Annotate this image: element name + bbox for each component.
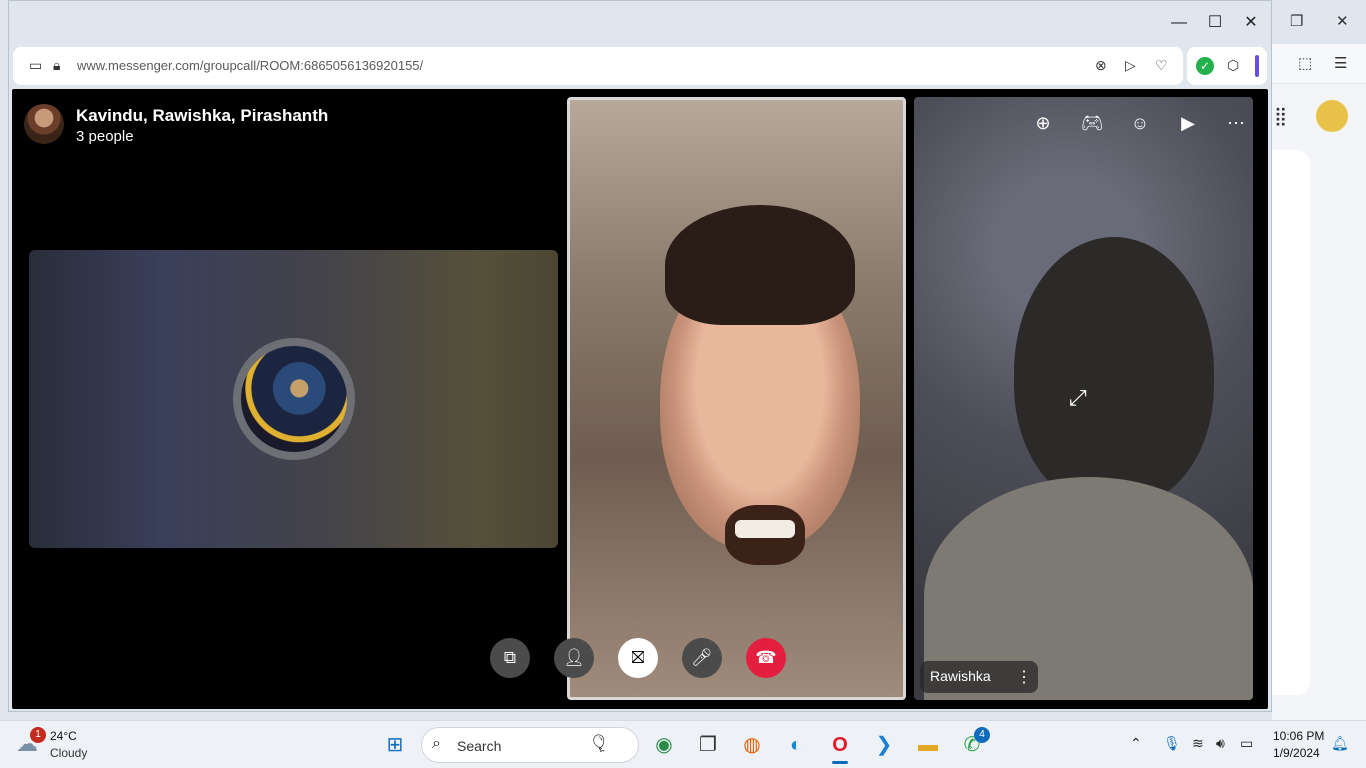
edge-icon[interactable]: ◐	[780, 729, 812, 761]
vscode-icon[interactable]: ❯	[868, 729, 900, 761]
top-controls: ⊕ 🎮︎ ☺ ▶ ⋯	[914, 105, 1253, 145]
search-placeholder: Search	[457, 738, 502, 754]
whatsapp-badge: 4	[974, 727, 990, 743]
add-person-button[interactable]: 👤︎	[554, 638, 594, 678]
profile-avatar[interactable]	[1316, 100, 1348, 132]
participant-video-tile-rawishka[interactable]: ⤢ ⊕ 🎮︎ ☺ ▶ ⋯ Rawishka ⋮	[914, 97, 1253, 700]
camera-off-icon: ⛝	[631, 648, 645, 667]
share-screen-icon: ⧉	[503, 648, 517, 667]
group-avatar	[24, 104, 64, 144]
lock-icon[interactable]: 🔒︎	[53, 57, 60, 74]
vpn-check-icon[interactable]: ✓	[1196, 57, 1214, 75]
participant-tile-camera-off[interactable]	[29, 250, 558, 548]
start-icon[interactable]: ⊞	[379, 729, 411, 761]
extensions-area: ✓ ⬡	[1187, 47, 1267, 85]
weather-widget[interactable]: ☁ 1 24°C Cloudy	[16, 727, 126, 765]
extensions-icon[interactable]: ⬚	[1298, 54, 1312, 72]
url-text[interactable]: www.messenger.com/groupcall/ROOM:6865056…	[77, 58, 423, 73]
weather-temperature: 24°C	[50, 729, 77, 743]
microphone-tray-icon[interactable]: 🎙︎	[1163, 735, 1181, 752]
person-icon: 👤︎	[563, 648, 585, 667]
participant-silhouette	[1014, 237, 1214, 507]
cube-icon[interactable]: ⬡	[1227, 57, 1239, 74]
camera-icon[interactable]: ▭	[29, 57, 42, 74]
firefox-icon[interactable]: ◍	[736, 729, 768, 761]
clock-time[interactable]: 10:06 PM	[1273, 729, 1324, 743]
participant-teeth	[735, 520, 795, 538]
shield-icon[interactable]: ⊗	[1095, 57, 1107, 74]
add-icon[interactable]: ⊕	[1029, 109, 1057, 137]
call-controls: ⧉ 👤︎ ⛝ 🎤︎ ☎	[490, 638, 790, 682]
search-icon: ⌕	[432, 735, 441, 752]
notification-bell-icon[interactable]: 🔔︎	[1331, 735, 1349, 752]
copilot-icon[interactable]: ◉	[648, 729, 680, 761]
taskbar: ☁ 1 24°C Cloudy ⊞ ⌕ Search 🎈︎ ◉ ❐ ◍ ◐ O …	[0, 720, 1366, 768]
close-button[interactable]: ✕	[1239, 11, 1263, 35]
clock-date[interactable]: 1/9/2024	[1273, 746, 1320, 760]
address-bar[interactable]: ▭ 🔒︎ www.messenger.com/groupcall/ROOM:68…	[13, 47, 1183, 85]
heart-icon[interactable]: ♡	[1155, 57, 1168, 74]
search-highlight-icon: 🎈︎	[588, 734, 610, 753]
titlebar: — ☐ ✕	[9, 1, 1271, 45]
participant-name: Rawishka	[930, 668, 991, 684]
microphone-icon: 🎤︎	[691, 648, 713, 667]
hang-up-icon: ☎	[755, 648, 777, 667]
maximize-button[interactable]: ☐	[1203, 11, 1227, 35]
effects-icon[interactable]: ☺	[1126, 109, 1154, 137]
apps-grid-icon[interactable]: ⣿	[1274, 106, 1287, 127]
background-toolbar: ⬚ ☰	[1272, 44, 1366, 84]
wifi-icon[interactable]: ≋	[1192, 735, 1204, 752]
participant-name-pill[interactable]: Rawishka ⋮	[920, 661, 1038, 693]
microphone-button[interactable]: 🎤︎	[682, 638, 722, 678]
opera-icon[interactable]: O	[824, 729, 856, 761]
minimize-button[interactable]: —	[1167, 11, 1191, 35]
call-participant-count: 3 people	[76, 128, 134, 145]
games-icon[interactable]: 🎮︎	[1078, 109, 1106, 137]
more-icon[interactable]: ⋯	[1222, 109, 1250, 137]
chevron-up-icon[interactable]: ⌃	[1130, 735, 1142, 752]
group-call-area: Kavindu, Rawishka, Pirashanth 3 people ⤢…	[12, 89, 1268, 709]
battery-icon[interactable]: ▭	[1240, 735, 1253, 752]
send-icon[interactable]: ▷	[1125, 57, 1136, 74]
expand-icon[interactable]: ⤢	[1069, 385, 1087, 411]
call-title: Kavindu, Rawishka, Pirashanth	[76, 106, 329, 125]
sidebar-indicator	[1255, 55, 1259, 77]
restore-icon[interactable]: ❐	[1290, 12, 1303, 30]
task-view-icon[interactable]: ❐	[692, 729, 724, 761]
background-browser-window: ❐ ✕ ⬚ ☰ ⣿	[1272, 0, 1366, 720]
screen-icon[interactable]: ▶	[1174, 109, 1202, 137]
background-titlebar: ❐ ✕	[1272, 0, 1366, 44]
taskbar-search[interactable]: ⌕ Search 🎈︎	[421, 727, 639, 763]
weather-description: Cloudy	[50, 746, 88, 760]
background-card	[1272, 150, 1310, 695]
avatar-ring	[233, 338, 355, 460]
opera-active-indicator	[832, 761, 848, 764]
end-call-button[interactable]: ☎	[746, 638, 786, 678]
participant-avatar	[241, 346, 347, 452]
share-screen-button[interactable]: ⧉	[490, 638, 530, 678]
close-icon[interactable]: ✕	[1336, 12, 1349, 30]
volume-icon[interactable]: 🔊︎	[1216, 735, 1225, 752]
weather-badge: 1	[30, 727, 46, 743]
messenger-call-window: — ☐ ✕ ▭ 🔒︎ www.messenger.com/groupcall/R…	[8, 0, 1272, 712]
participant-video-tile[interactable]	[567, 97, 906, 700]
menu-icon[interactable]: ☰	[1334, 54, 1347, 72]
participant-hair	[665, 205, 855, 325]
file-explorer-icon[interactable]: ▬	[912, 729, 944, 761]
participant-more-icon[interactable]: ⋮	[1016, 667, 1032, 687]
camera-toggle-button[interactable]: ⛝	[618, 638, 658, 678]
